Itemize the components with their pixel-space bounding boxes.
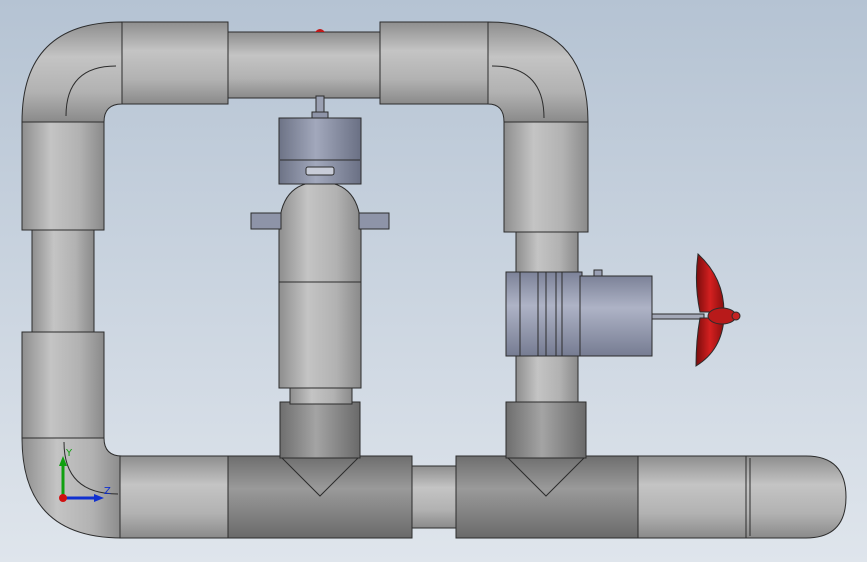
valve-stem-collar	[311, 111, 329, 119]
cad-viewport[interactable]: Y Z	[0, 0, 867, 562]
center-coupling[interactable]	[278, 281, 362, 389]
valve-flange-right[interactable]	[358, 212, 390, 230]
top-pipe-segment[interactable]	[227, 31, 383, 99]
left-tee-body[interactable]	[227, 455, 413, 539]
motor-mount-block[interactable]	[505, 271, 583, 357]
center-dome-fitting[interactable]	[278, 181, 362, 283]
right-tee-branch[interactable]	[505, 401, 587, 459]
valve-indicator-slot	[305, 166, 335, 176]
right-coupling-upper[interactable]	[503, 121, 589, 233]
bottom-middle-pipe[interactable]	[409, 465, 459, 529]
motor-tab	[593, 269, 603, 277]
triad-origin	[59, 494, 67, 502]
left-coupling-upper[interactable]	[21, 121, 105, 231]
top-right-coupling[interactable]	[379, 21, 489, 105]
motor-housing[interactable]	[579, 275, 653, 357]
left-tee-branch[interactable]	[279, 401, 361, 459]
valve-flange-left[interactable]	[250, 212, 282, 230]
bottom-right-coupling[interactable]	[635, 455, 747, 539]
bottom-end-cap[interactable]	[745, 455, 847, 539]
propeller-shaft[interactable]	[651, 313, 705, 320]
triad-y-label: Y	[65, 448, 73, 459]
propeller-nose	[731, 311, 741, 321]
pipe-assembly-scene[interactable]: Y Z	[0, 0, 867, 562]
top-left-coupling[interactable]	[121, 21, 229, 105]
left-coupling-lower[interactable]	[21, 331, 105, 439]
triad-z-label: Z	[104, 486, 111, 497]
center-pipe-lower[interactable]	[289, 385, 353, 405]
bottom-left-coupling[interactable]	[119, 455, 231, 539]
right-tee-body[interactable]	[455, 455, 639, 539]
left-pipe-segment[interactable]	[31, 229, 95, 333]
